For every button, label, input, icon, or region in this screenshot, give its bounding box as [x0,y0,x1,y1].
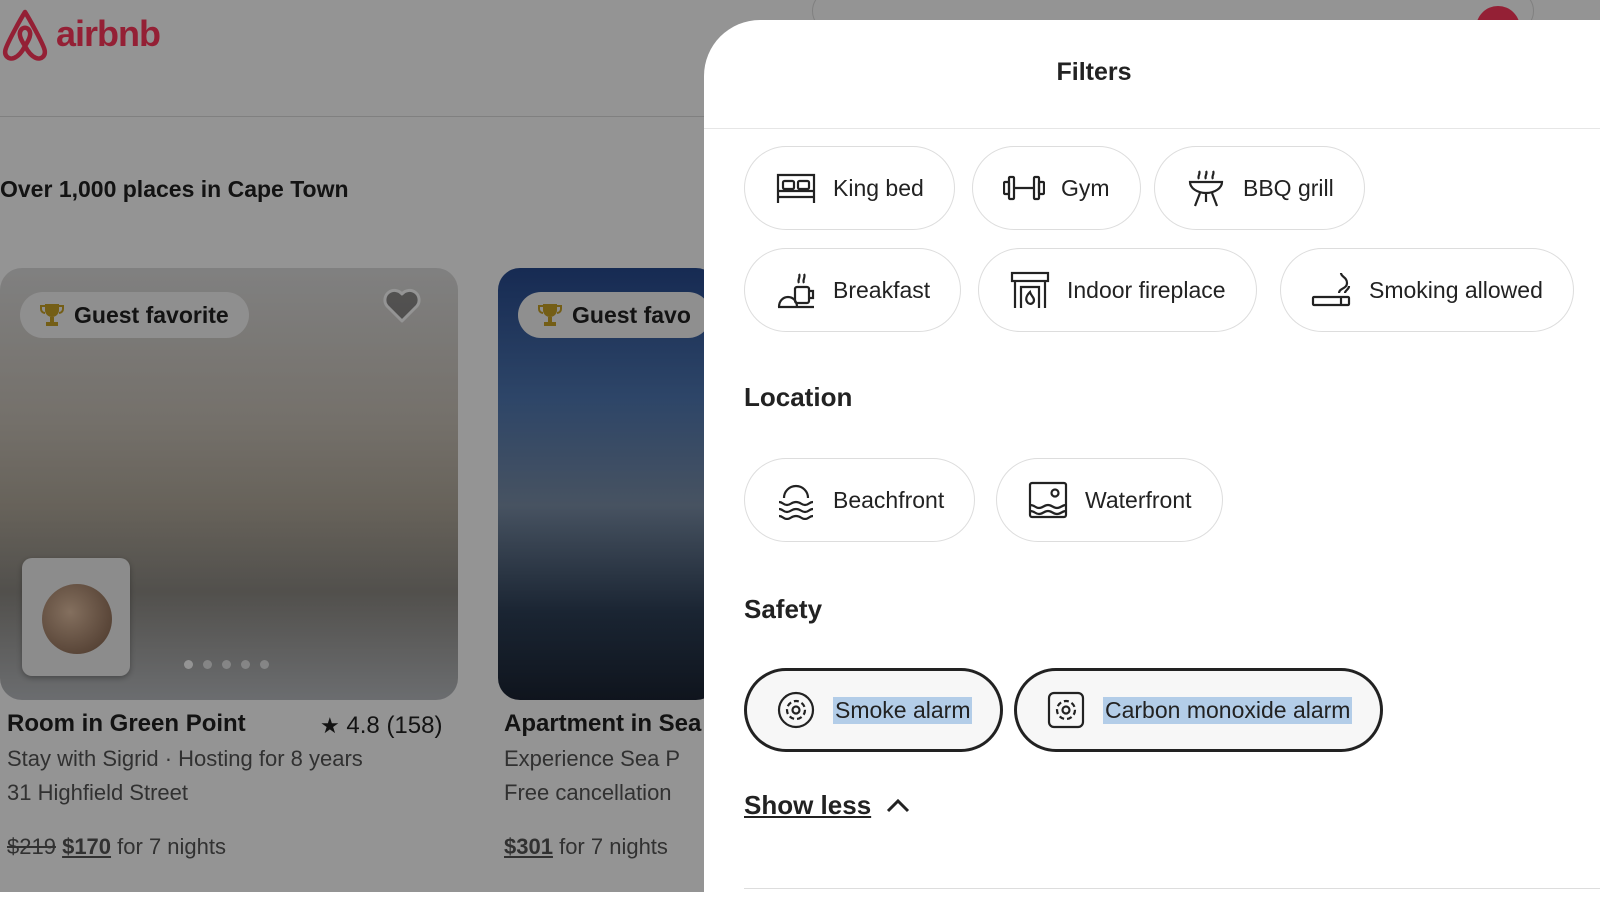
waterfront-icon [1027,479,1069,521]
modal-header-divider [704,128,1600,129]
chip-label: Waterfront [1085,486,1192,513]
breakfast-icon [775,269,817,311]
bbq-grill-icon [1185,167,1227,209]
chip-label: Smoking allowed [1369,276,1543,303]
smoke-alarm-icon [775,689,817,731]
bed-icon [775,167,817,209]
chip-label: Breakfast [833,276,931,303]
filter-chip-bbq-grill[interactable]: BBQ grill [1154,146,1365,230]
filter-chip-beachfront[interactable]: Beachfront [744,458,976,542]
fireplace-icon [1009,269,1051,311]
filter-chip-king-bed[interactable]: King bed [744,146,955,230]
chip-label: Beachfront [833,486,945,513]
chip-label: Indoor fireplace [1067,276,1226,303]
filter-chip-waterfront[interactable]: Waterfront [996,458,1223,542]
smoking-icon [1311,269,1353,311]
safety-heading: Safety [744,594,823,624]
filter-chip-breakfast[interactable]: Breakfast [744,248,962,332]
filter-chip-indoor-fireplace[interactable]: Indoor fireplace [978,248,1257,332]
modal-title: Filters [1056,58,1132,86]
filter-chip-smoking-allowed[interactable]: Smoking allowed [1280,248,1574,332]
beach-icon [775,479,817,521]
show-less-label: Show less [744,790,872,820]
show-less-link[interactable]: Show less [744,790,911,821]
chevron-up-icon [885,798,911,814]
chip-label: Gym [1061,174,1110,201]
co-alarm-icon [1045,689,1087,731]
location-heading: Location [744,382,853,412]
chip-label: BBQ grill [1243,174,1334,201]
filter-chip-gym[interactable]: Gym [972,146,1141,230]
chip-label: Carbon monoxide alarm [1103,696,1353,724]
section-divider [744,888,1600,889]
chip-label: Smoke alarm [833,696,973,724]
chip-label: King bed [833,174,924,201]
filter-chip-carbon-monoxide-alarm[interactable]: Carbon monoxide alarm [1014,668,1384,752]
filter-chip-smoke-alarm[interactable]: Smoke alarm [744,668,1004,752]
filters-modal: Filters King bed Gym BBQ grill Breakfast… [704,20,1600,920]
dumbbell-icon [1003,167,1045,209]
